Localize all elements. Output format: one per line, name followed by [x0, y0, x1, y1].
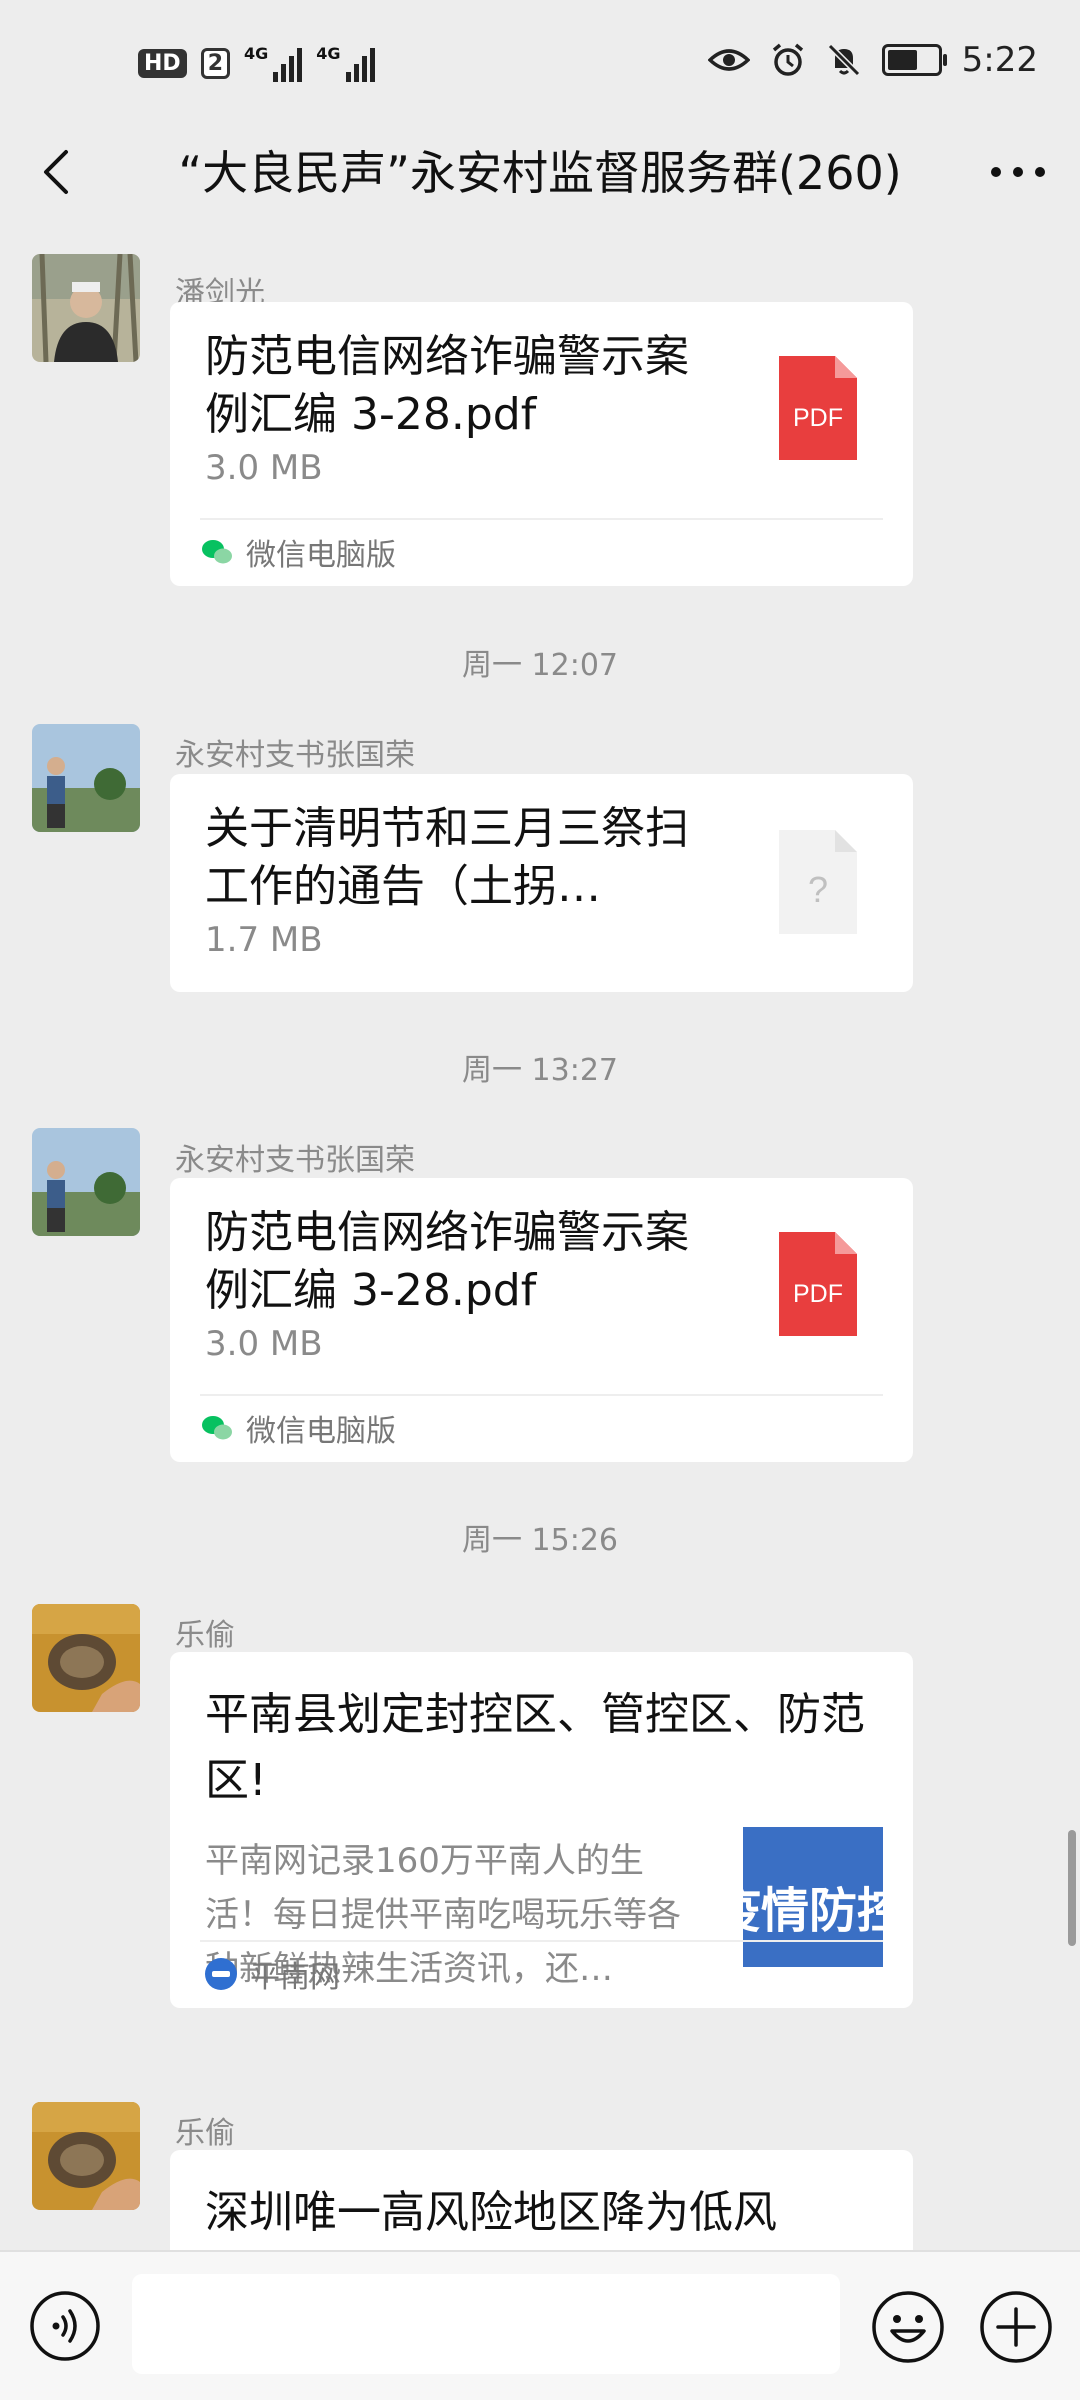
message-source: 平南网 — [204, 1952, 340, 1996]
chat-screen: HD 2 4G 4G 5:22 “大良民声”永安村监督服务群(260) 潘剑光 … — [0, 0, 1080, 2400]
message-list[interactable]: 潘剑光 防范电信网络诈骗警示案例汇编 3-28.pdf 3.0 MB PDF 微… — [0, 240, 1080, 2250]
pdf-icon: PDF — [779, 1232, 857, 1336]
avatar[interactable] — [32, 1604, 140, 1712]
file-message-bubble[interactable]: 关于清明节和三月三祭扫工作的通告（土拐… 1.7 MB ? — [170, 774, 913, 992]
avatar[interactable] — [32, 254, 140, 362]
timestamp: 周一 12:07 — [462, 648, 618, 683]
file-size: 3.0 MB — [205, 1324, 323, 1364]
source-label: 微信电脑版 — [246, 538, 396, 573]
sender-name: 永安村支书张国荣 — [175, 1143, 415, 1178]
sender-name: 永安村支书张国荣 — [175, 738, 415, 773]
plus-icon[interactable] — [978, 2289, 1054, 2365]
file-size: 3.0 MB — [205, 448, 323, 488]
battery-icon — [881, 44, 947, 76]
source-label: 平南网 — [250, 1960, 340, 1995]
scrollbar[interactable] — [1068, 1830, 1076, 1946]
pdf-icon-label: PDF — [793, 1280, 843, 1308]
file-message-bubble[interactable]: 防范电信网络诈骗警示案例汇编 3-28.pdf 3.0 MB PDF 微信电脑版 — [170, 1178, 913, 1462]
file-name: 防范电信网络诈骗警示案例汇编 3-28.pdf — [205, 331, 689, 440]
alarm-icon — [772, 43, 803, 76]
divider — [200, 1940, 883, 1942]
thumbnail-text: 疫情防控 — [743, 1883, 883, 1939]
signal-label: 4G — [316, 44, 341, 63]
eye-icon — [707, 49, 750, 71]
message-source: 微信电脑版 — [200, 530, 396, 574]
emoji-icon[interactable] — [870, 2289, 946, 2365]
divider — [200, 1394, 883, 1396]
signal-label: 4G — [244, 44, 269, 63]
divider — [200, 518, 883, 520]
file-name: 防范电信网络诈骗警示案例汇编 3-28.pdf — [205, 1207, 689, 1316]
hd-badge: HD — [138, 48, 187, 78]
status-left: HD 2 4G 4G — [138, 44, 375, 82]
link-message-bubble[interactable]: 平南县划定封控区、管控区、防范区! 平南网记录160万平南人的生活！每日提供平南… — [170, 1652, 913, 2008]
mute-icon — [827, 43, 860, 77]
timestamp: 周一 13:27 — [462, 1053, 618, 1088]
unknown-file-label: ? — [808, 869, 828, 910]
file-name: 关于清明节和三月三祭扫工作的通告（土拐… — [205, 803, 689, 912]
link-message-bubble[interactable]: 深圳唯一高风险地区降为低风 — [170, 2150, 913, 2250]
timestamp: 周一 15:26 — [462, 1523, 618, 1558]
sender-name: 乐偷 — [175, 2116, 235, 2151]
more-options-icon[interactable] — [986, 144, 1050, 200]
sim-badge: 2 — [200, 47, 230, 79]
status-right: 5:22 — [707, 40, 1038, 80]
avatar[interactable] — [32, 724, 140, 832]
message-input[interactable] — [132, 2274, 840, 2374]
file-message-bubble[interactable]: 防范电信网络诈骗警示案例汇编 3-28.pdf 3.0 MB PDF 微信电脑版 — [170, 302, 913, 586]
link-title: 深圳唯一高风险地区降为低风 — [205, 2187, 777, 2238]
source-label: 微信电脑版 — [246, 1414, 396, 1449]
pingnan-logo-icon — [205, 1958, 237, 1990]
message-source: 微信电脑版 — [200, 1406, 396, 1450]
file-size: 1.7 MB — [205, 920, 323, 960]
pdf-icon-label: PDF — [793, 404, 843, 432]
sender-name: 乐偷 — [175, 1618, 235, 1653]
chat-title: “大良民声”永安村监督服务群(260) — [178, 146, 902, 200]
back-arrow-icon[interactable] — [30, 144, 86, 200]
avatar[interactable] — [32, 2102, 140, 2210]
wechat-icon — [202, 1416, 232, 1440]
unknown-file-icon: ? — [779, 830, 857, 934]
pdf-icon: PDF — [779, 356, 857, 460]
link-thumbnail: 疫情防控 — [743, 1827, 883, 1967]
status-bar: HD 2 4G 4G 5:22 — [0, 0, 1080, 130]
chat-header: “大良民声”永安村监督服务群(260) — [0, 130, 1080, 216]
signal-icon: 4G — [316, 44, 375, 82]
status-time: 5:22 — [961, 40, 1038, 80]
link-title: 平南县划定封控区、管控区、防范区! — [205, 1689, 865, 1806]
input-bar — [0, 2250, 1080, 2400]
avatar[interactable] — [32, 1128, 140, 1236]
wechat-icon — [202, 540, 232, 564]
voice-icon[interactable] — [28, 2289, 102, 2363]
signal-icon: 4G — [244, 44, 303, 82]
